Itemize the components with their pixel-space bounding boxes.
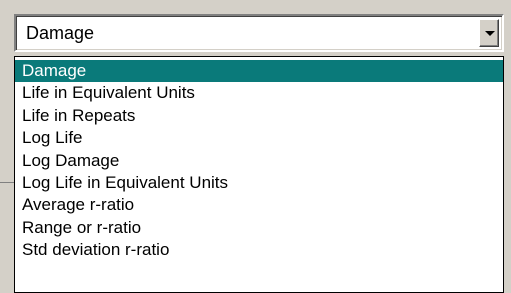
list-item-life-in-equivalent-units[interactable]: Life in Equivalent Units xyxy=(15,82,503,104)
dropdown-button[interactable] xyxy=(479,19,499,47)
list-item-log-damage[interactable]: Log Damage xyxy=(15,150,503,172)
output-type-combobox[interactable]: Damage xyxy=(14,14,504,52)
list-item-damage[interactable]: Damage xyxy=(15,60,503,83)
combobox-value: Damage xyxy=(26,23,95,43)
list-item-range-or-r-ratio[interactable]: Range or r-ratio xyxy=(15,217,503,239)
chevron-down-icon xyxy=(485,31,495,36)
list-item-life-in-repeats[interactable]: Life in Repeats xyxy=(15,105,503,127)
dropdown-list[interactable]: Damage Life in Equivalent Units Life in … xyxy=(14,56,504,293)
list-item-std-deviation-r-ratio[interactable]: Std deviation r-ratio xyxy=(15,239,503,261)
list-item-log-life-in-equivalent-units[interactable]: Log Life in Equivalent Units xyxy=(15,172,503,194)
list-item-log-life[interactable]: Log Life xyxy=(15,127,503,149)
list-item-average-r-ratio[interactable]: Average r-ratio xyxy=(15,194,503,216)
background-control-edge xyxy=(0,176,14,183)
